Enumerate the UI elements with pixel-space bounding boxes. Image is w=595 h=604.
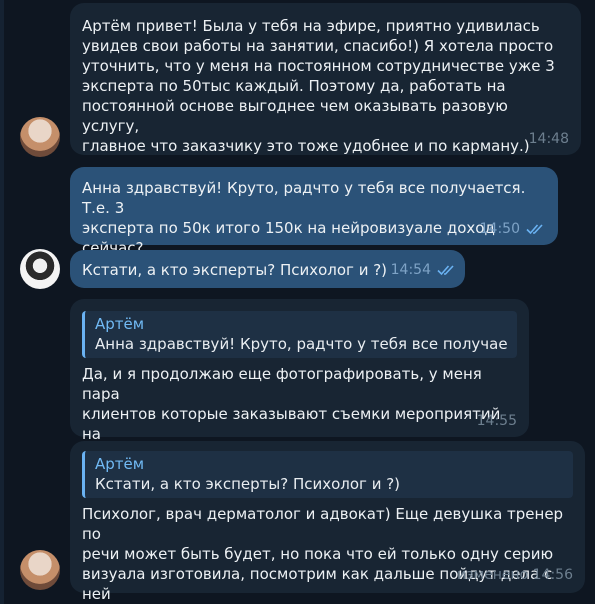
reply-quote[interactable]: Артём Кстати, а кто эксперты? Психолог и…	[82, 451, 573, 498]
contact-avatar[interactable]	[20, 550, 60, 590]
message-time: 14:55	[476, 413, 517, 429]
user-avatar[interactable]	[20, 249, 60, 289]
message-meta: 14:50	[480, 219, 546, 241]
incoming-message[interactable]: Артём Кстати, а кто эксперты? Психолог и…	[70, 441, 585, 603]
reply-author: Артём	[95, 455, 145, 473]
message-time: 14:54	[390, 262, 431, 278]
read-checkmarks-icon	[437, 262, 457, 282]
chat-panel-edge	[0, 0, 4, 604]
message-time: 14:48	[528, 131, 569, 147]
read-checkmarks-icon	[526, 221, 546, 241]
contact-avatar[interactable]	[20, 117, 60, 157]
outgoing-message[interactable]: Кстати, а кто эксперты? Психолог и ?) 14…	[70, 250, 465, 288]
message-text: Артём привет! Была у тебя на эфире, прия…	[82, 17, 555, 155]
incoming-message[interactable]: Артём привет! Была у тебя на эфире, прия…	[70, 3, 581, 155]
reply-text: Анна здравствуй! Круто, радчто у тебя вс…	[95, 335, 509, 353]
reply-author: Артём	[95, 315, 145, 333]
message-time: изменено 14:56	[457, 567, 573, 583]
outgoing-message[interactable]: Анна здравствуй! Круто, радчто у тебя вс…	[70, 167, 558, 257]
message-meta: 14:54	[391, 260, 457, 282]
incoming-message[interactable]: Артём Анна здравствуй! Круто, радчто у т…	[70, 299, 529, 463]
reply-text: Кстати, а кто эксперты? Психолог и ?)	[95, 475, 401, 493]
message-text: Психолог, врач дерматолог и адвокат) Еще…	[82, 505, 564, 603]
reply-quote[interactable]: Артём Анна здравствуй! Круто, радчто у т…	[82, 311, 517, 358]
message-time: 14:50	[479, 221, 520, 237]
message-text: Анна здравствуй! Круто, радчто у тебя вс…	[82, 179, 526, 257]
